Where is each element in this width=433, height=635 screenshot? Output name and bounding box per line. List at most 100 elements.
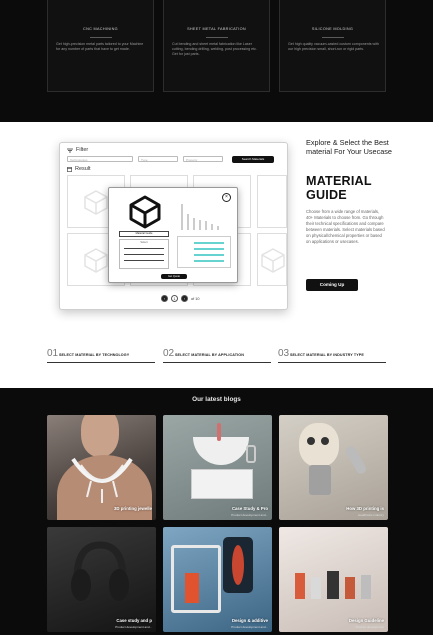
tab-number: 02 <box>163 348 175 359</box>
next-page-button[interactable]: › <box>181 295 188 302</box>
chart-bar <box>211 224 213 230</box>
blog-subcaption: Product development and... <box>231 513 268 517</box>
blog-subcaption: Product development <box>355 625 384 629</box>
spine-model <box>309 465 331 495</box>
search-materials-button[interactable]: Search Materials <box>232 156 274 163</box>
blog-card[interactable]: Case study and p Product development and… <box>47 527 156 632</box>
jewelry-necklace <box>71 457 133 503</box>
result-icon <box>67 166 72 172</box>
get-quote-button[interactable]: Get Quote <box>161 274 187 279</box>
blog-caption: Design & additive <box>231 618 268 623</box>
printed-part <box>185 573 199 603</box>
tab-label: SELECT MATERIAL BY INDUSTRY TYPE <box>290 353 364 357</box>
current-page[interactable]: 1 <box>171 295 178 302</box>
blog-card[interactable]: Design Guideline Product development <box>279 527 388 632</box>
property-bar <box>194 248 224 250</box>
blog-subcaption: Product development and... <box>231 625 268 629</box>
tab-industry-type[interactable]: 03 SELECT MATERIAL BY INDUSTRY TYPE <box>278 348 386 363</box>
printed-part <box>361 575 371 599</box>
chart-bar <box>205 221 207 230</box>
model-head <box>81 415 119 457</box>
material-detail-modal: × Material Guide Select Get Quote <box>108 187 238 283</box>
tab-number: 01 <box>47 348 59 359</box>
page: CNC MACHINING Get high-precision metal p… <box>0 0 433 635</box>
type-select[interactable]: Type <box>138 156 178 162</box>
skull-eye <box>321 437 329 445</box>
blog-card[interactable]: How 3D printing is Healthcare industry <box>279 415 388 520</box>
chart-bar <box>217 226 219 230</box>
material-tile[interactable] <box>257 175 287 228</box>
blog-subcaption: Product development and... <box>115 625 152 629</box>
blog-subcaption: Healthcare industry <box>358 513 384 517</box>
filter-inputs: Technologies Type Property <box>67 156 223 162</box>
coming-up-button[interactable]: Coming Up <box>306 279 358 291</box>
skull-eye <box>307 437 315 445</box>
result-header: Result <box>67 166 91 172</box>
sink-basin <box>193 437 249 465</box>
service-title: SILICONE MOLDING <box>311 27 354 31</box>
blog-card[interactable]: Design & additive Product development an… <box>163 527 272 632</box>
material-tile[interactable] <box>257 233 287 286</box>
spec-select-label: Select <box>140 241 148 244</box>
chart-bar <box>199 220 201 230</box>
material-guide-section: Filter Technologies Type Property Search… <box>0 122 433 388</box>
service-description: Get high-precision metal parts tailored … <box>56 42 144 51</box>
service-card-sheet-metal[interactable]: SHEET METAL FABRICATION Cut bending and … <box>163 0 270 92</box>
blogs-title: Our latest blogs <box>192 396 241 403</box>
page-count: of 10 <box>191 296 200 301</box>
filter-icon <box>67 148 73 152</box>
printed-part <box>311 577 321 599</box>
phone-vase <box>232 545 244 585</box>
services-section: CNC MACHINING Get high-precision metal p… <box>0 0 433 122</box>
tab-label: SELECT MATERIAL BY APPLICATION <box>175 353 244 357</box>
property-bar <box>194 260 224 262</box>
spec-line <box>124 254 164 255</box>
towel-ring <box>246 445 256 463</box>
bone-model <box>344 444 368 476</box>
printed-part <box>295 573 305 599</box>
blog-caption: Case study and p <box>116 618 152 623</box>
guide-title-line1: MATERIAL <box>306 174 372 188</box>
pagination: ‹ 1 › of 10 <box>161 295 199 302</box>
service-card-cnc[interactable]: CNC MACHINING Get high-precision metal p… <box>47 0 154 92</box>
property-bar <box>194 254 224 256</box>
headphones-image <box>71 541 129 601</box>
skull <box>299 423 339 467</box>
blogs-section: Our latest blogs 3D printing jewelle Cas… <box>0 388 433 635</box>
cube-icon <box>261 248 285 273</box>
blog-card[interactable]: 3D printing jewelle <box>47 415 156 520</box>
material-guide-preview: Filter Technologies Type Property Search… <box>59 142 288 310</box>
tab-technology[interactable]: 01 SELECT MATERIAL BY TECHNOLOGY <box>47 348 155 363</box>
prev-page-button[interactable]: ‹ <box>161 295 168 302</box>
blog-caption: Case Study & Pro <box>231 506 268 511</box>
property-select[interactable]: Property <box>183 156 223 162</box>
blog-caption: 3D printing jewelle <box>114 506 152 511</box>
service-title: CNC MACHINING <box>83 27 118 31</box>
property-chart <box>177 196 229 230</box>
tab-application[interactable]: 02 SELECT MATERIAL BY APPLICATION <box>163 348 271 363</box>
guide-title: MATERIAL GUIDE <box>306 174 372 202</box>
guide-description: Choose from a wide range of materials, 4… <box>306 209 385 244</box>
service-card-silicone[interactable]: SILICONE MOLDING Get high quality vacuum… <box>279 0 386 92</box>
selection-tabs: 01 SELECT MATERIAL BY TECHNOLOGY 02 SELE… <box>47 348 387 363</box>
service-title: SHEET METAL FABRICATION <box>187 27 246 31</box>
material-spec-box: Select <box>119 239 169 269</box>
blog-caption: How 3D printing is <box>346 506 384 511</box>
spec-line <box>124 248 164 249</box>
filter-label: Filter <box>76 147 89 153</box>
printed-part <box>345 577 355 599</box>
tab-number: 03 <box>278 348 290 359</box>
guide-subtitle: Explore & Select the Best material For Y… <box>306 138 392 156</box>
spec-line <box>124 260 164 261</box>
material-cube-icon <box>129 195 161 229</box>
blog-card[interactable]: Case Study & Pro Product development and… <box>163 415 272 520</box>
service-description: Get high quality vacuum-casted custom co… <box>288 42 379 51</box>
tab-label: SELECT MATERIAL BY TECHNOLOGY <box>59 353 130 357</box>
result-label: Result <box>75 166 91 172</box>
service-description: Cut bending and sheet metal fabrication … <box>172 42 257 56</box>
printed-part <box>327 571 339 599</box>
cabinet <box>191 469 253 499</box>
technology-select[interactable]: Technologies <box>67 156 133 162</box>
cube-icon <box>84 190 108 215</box>
property-bars <box>177 236 231 268</box>
